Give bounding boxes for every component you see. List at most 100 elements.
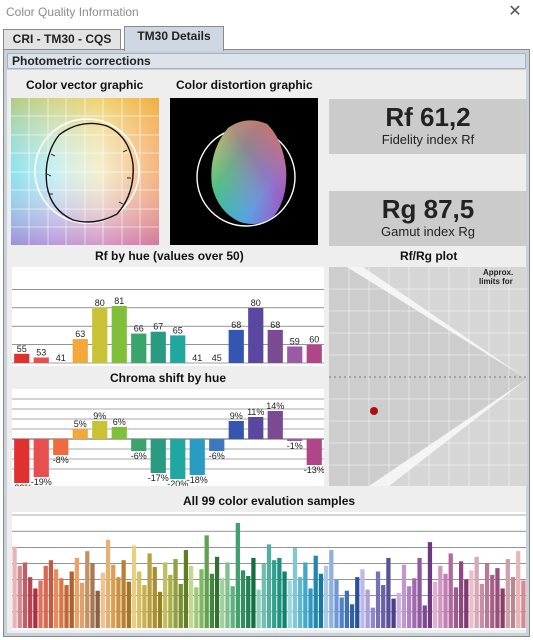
rf-hue-bar	[33, 357, 49, 363]
sample-bar	[256, 589, 261, 628]
sample-bar	[272, 560, 277, 628]
section-header-photometric-corrections: Photometric corrections	[7, 53, 526, 69]
sample-bar	[298, 577, 303, 628]
sample-bar	[448, 553, 453, 628]
tab-cri-tm30-cqs[interactable]: CRI - TM30 - CQS	[3, 29, 121, 50]
sample-bar	[209, 573, 215, 628]
sample-bar	[375, 571, 381, 628]
chroma-bar	[248, 417, 264, 439]
rf-hue-bar	[92, 307, 108, 363]
window-title: Color Quality Information	[6, 5, 139, 19]
sample-bar	[131, 545, 137, 628]
sample-bar	[329, 550, 334, 628]
samples-chart	[12, 512, 526, 630]
sample-bar	[137, 571, 142, 628]
rf-rg-point	[370, 407, 378, 415]
rf-hue-bar	[228, 329, 244, 363]
rf-hue-label: 80	[95, 298, 105, 308]
chroma-label: -22%	[12, 483, 32, 486]
sample-bar	[246, 576, 251, 628]
rf-by-hue-chart: 55 53 41 63 80 81 66 67 65 41 45 68 80 68 59 60	[12, 267, 324, 366]
rf-rg-note-line1: Approx.	[483, 268, 513, 277]
sample-bar	[458, 561, 464, 628]
sample-bar	[214, 556, 220, 628]
rf-hue-label: 60	[309, 335, 319, 345]
tab-tm30-details[interactable]: TM30 Details	[124, 26, 224, 51]
sample-bar	[22, 562, 28, 628]
gamut-index-box: Rg 87,5 Gamut index Rg	[329, 191, 527, 246]
sample-bar	[453, 587, 459, 628]
close-icon[interactable]: ✕	[503, 2, 527, 24]
chroma-label: 5%	[74, 419, 87, 429]
chroma-bar	[33, 439, 49, 477]
rf-hue-label: 80	[251, 298, 261, 308]
chroma-shift-chart: -22%-19% -8% 5% 9% 6% -6% -17%-20%-18% -6% 9% 11%…	[12, 389, 324, 486]
sample-bar	[74, 557, 80, 628]
sample-bar	[479, 583, 484, 628]
rf-hue-bar	[72, 339, 88, 363]
sample-bar	[521, 580, 526, 628]
rf-hue-label: 67	[153, 322, 163, 332]
sample-bar	[261, 563, 266, 628]
sample-bar	[199, 569, 204, 628]
sample-bar	[43, 565, 48, 628]
rf-hue-bar	[150, 331, 166, 363]
sample-bar	[464, 579, 469, 628]
sample-bar	[111, 564, 116, 628]
rf-hue-bar	[14, 353, 30, 363]
chroma-label: -8%	[53, 455, 69, 465]
chroma-label: -20%	[167, 479, 188, 486]
chroma-label: 9%	[93, 411, 106, 421]
rf-hue-bar	[248, 307, 264, 363]
sample-bar	[163, 562, 168, 628]
sample-bar	[105, 539, 111, 628]
sample-bar	[484, 563, 490, 628]
sample-bar	[85, 551, 90, 628]
sample-bar	[225, 562, 230, 628]
sample-bar	[303, 562, 308, 628]
vector-graphic-title: Color vector graphic	[26, 78, 144, 92]
chroma-bar	[72, 429, 88, 439]
sample-bar	[391, 598, 396, 628]
rf-hue-label: 59	[290, 336, 300, 346]
sample-bar	[386, 557, 391, 628]
sample-bar	[194, 587, 199, 628]
rf-by-hue-title: Rf by hue (values over 50)	[95, 249, 244, 263]
chroma-label: -19%	[31, 477, 52, 486]
chroma-bar	[170, 439, 186, 479]
tab-bar: CRI - TM30 - CQS TM30 Details	[0, 26, 533, 51]
sample-bar	[188, 565, 194, 628]
color-distortion-graphic	[170, 98, 318, 245]
sample-bar	[516, 551, 521, 628]
rf-hue-label: 66	[134, 324, 144, 334]
chroma-bar	[53, 439, 69, 455]
samples-title: All 99 color evalution samples	[183, 494, 356, 508]
chroma-bar	[131, 439, 147, 451]
sample-bar	[505, 559, 510, 628]
chroma-bar	[267, 411, 283, 439]
sample-bar	[121, 560, 126, 628]
sample-bar	[469, 570, 474, 628]
sample-bar	[365, 589, 370, 628]
sample-bar	[370, 607, 375, 628]
sample-bar	[344, 590, 350, 628]
sample-bar	[443, 573, 448, 628]
sample-bar	[126, 581, 131, 628]
color-quality-window: Color Quality Information ✕ CRI - TM30 -…	[0, 0, 533, 640]
rf-hue-label: 68	[231, 320, 241, 330]
distortion-graphic-title: Color distortion graphic	[176, 78, 313, 92]
sample-bar	[334, 579, 339, 628]
chroma-bar	[14, 439, 30, 483]
sample-bar	[401, 564, 407, 628]
rf-hue-label: 41	[192, 353, 202, 363]
sample-bar	[95, 590, 100, 628]
sample-bar	[100, 572, 105, 628]
sample-bar	[287, 580, 292, 628]
rf-rg-note-line2: limits for	[479, 277, 513, 286]
chroma-label: -6%	[131, 451, 147, 461]
rf-hue-label: 45	[212, 353, 222, 363]
sample-bar	[282, 571, 287, 628]
gamut-index-label: Gamut index Rg	[381, 224, 475, 239]
sample-bar	[64, 585, 69, 628]
fidelity-index-value: Rf 61,2	[385, 102, 471, 132]
